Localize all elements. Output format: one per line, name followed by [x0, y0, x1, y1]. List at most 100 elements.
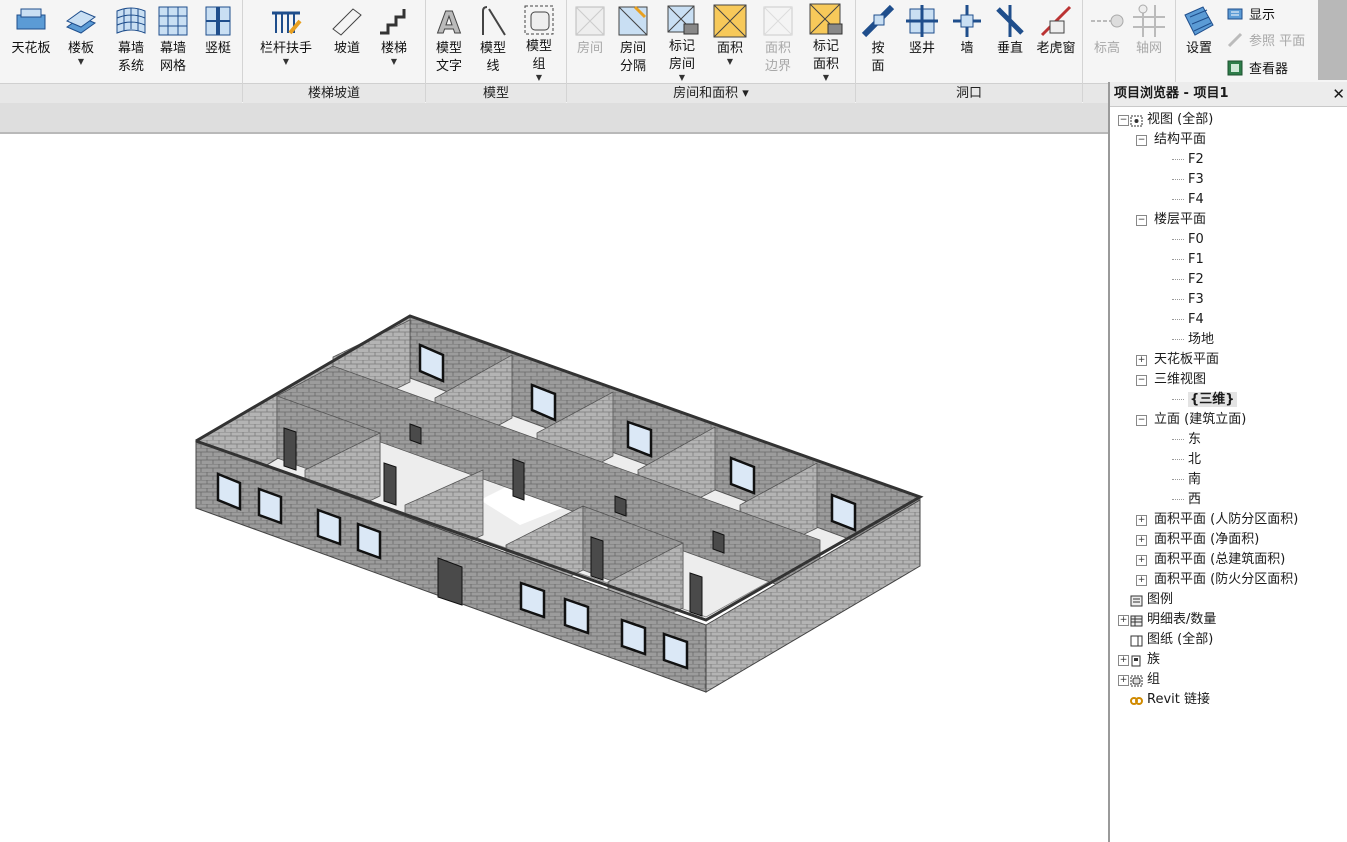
ribbon-button-curtain-system[interactable]: 幕墙 系统: [108, 0, 154, 82]
collapse-icon[interactable]: −: [1136, 375, 1147, 386]
chevron-down-icon[interactable]: ▼: [78, 58, 84, 66]
ribbon-button-mullion[interactable]: 竖梃: [198, 0, 238, 82]
expand-icon[interactable]: +: [1118, 615, 1129, 626]
revit-link-icon: [1130, 694, 1143, 706]
ribbon-button-railing[interactable]: 栏杆扶手 ▼: [256, 0, 316, 82]
3d-viewport[interactable]: [0, 134, 1108, 842]
browser-tree-item[interactable]: F3: [1172, 290, 1204, 310]
ribbon-button-ramp[interactable]: 坡道: [324, 0, 370, 82]
ribbon-button-label: 标高: [1093, 41, 1120, 56]
browser-tree-label: 南: [1188, 472, 1202, 487]
model-text-icon: A: [431, 2, 467, 40]
browser-tree-item[interactable]: F3: [1172, 170, 1204, 190]
expand-icon[interactable]: +: [1118, 675, 1129, 686]
ribbon-button-wall-opening[interactable]: 墙: [948, 0, 986, 82]
tree-connector: [1172, 279, 1184, 280]
ribbon-button-tag-room[interactable]: 标记 房间 ▼: [660, 0, 704, 82]
area-boundary-icon: [760, 2, 796, 40]
ribbon-button-vertical-opening[interactable]: 垂直: [990, 0, 1030, 82]
ribbon-button-model-group[interactable]: 模型 组 ▼: [516, 0, 562, 82]
browser-tree-item[interactable]: F2: [1172, 150, 1204, 170]
browser-tree-item[interactable]: 场地: [1172, 330, 1214, 350]
browser-tree-item[interactable]: 图纸 (全部): [1130, 630, 1213, 650]
ribbon-button-floor[interactable]: 楼板 ▼: [60, 0, 102, 82]
ribbon-button-tag-area[interactable]: 标记 面积 ▼: [804, 0, 848, 82]
ribbon-button-model-line[interactable]: 模型 线: [472, 0, 514, 82]
browser-tree-item[interactable]: 南: [1172, 470, 1201, 490]
ribbon-button-ceiling[interactable]: 天花板: [8, 0, 54, 82]
browser-tree-item[interactable]: − 三维视图: [1136, 370, 1206, 390]
collapse-icon[interactable]: −: [1136, 415, 1147, 426]
browser-tree-item[interactable]: 东: [1172, 430, 1201, 450]
chevron-down-icon[interactable]: ▼: [679, 74, 685, 82]
workplane-set-icon: [1181, 2, 1217, 40]
collapse-icon[interactable]: −: [1118, 115, 1129, 126]
browser-tree-item[interactable]: + 面积平面 (人防分区面积): [1136, 510, 1298, 530]
expand-icon[interactable]: +: [1136, 555, 1147, 566]
expand-icon[interactable]: +: [1136, 535, 1147, 546]
chevron-down-icon[interactable]: ▼: [823, 74, 829, 82]
browser-tree-item[interactable]: F1: [1172, 250, 1204, 270]
ribbon-panel-label[interactable]: 模型: [426, 83, 566, 103]
tree-connector: [1172, 299, 1184, 300]
expand-icon[interactable]: +: [1136, 355, 1147, 366]
ribbon-small-button-ref-plane[interactable]: 参照 平面: [1227, 30, 1305, 49]
ribbon-button-area-boundary[interactable]: 面积 边界: [756, 0, 800, 82]
ribbon-button-model-text[interactable]: A 模型 文字: [428, 0, 470, 82]
chevron-down-icon[interactable]: ▼: [391, 58, 397, 66]
browser-tree-item[interactable]: F0: [1172, 230, 1204, 250]
ribbon-button-label: 房间 分隔: [619, 41, 646, 74]
browser-tree-item[interactable]: 西: [1172, 490, 1201, 510]
browser-tree-item[interactable]: 北: [1172, 450, 1201, 470]
ribbon-button-workplane-set[interactable]: 设置: [1181, 0, 1217, 82]
chevron-down-icon[interactable]: ▼: [536, 74, 542, 82]
ribbon-button-room-separator[interactable]: 房间 分隔: [613, 0, 653, 82]
expand-icon[interactable]: +: [1136, 515, 1147, 526]
ribbon-separator: [855, 0, 856, 102]
3d-building-model[interactable]: [0, 134, 1108, 842]
browser-tree-item[interactable]: Revit 链接: [1130, 690, 1210, 710]
ribbon-button-grid[interactable]: 轴网: [1129, 0, 1169, 82]
browser-tree-item[interactable]: {三维}: [1172, 390, 1237, 410]
collapse-icon[interactable]: −: [1136, 215, 1147, 226]
browser-tree-item[interactable]: + 面积平面 (净面积): [1136, 530, 1259, 550]
expand-icon[interactable]: +: [1136, 575, 1147, 586]
ribbon-small-button-label: 查看器: [1249, 62, 1289, 77]
ribbon-button-area[interactable]: 面积 ▼: [708, 0, 752, 82]
browser-tree-item[interactable]: F4: [1172, 310, 1204, 330]
ribbon-small-button-show-workplane[interactable]: 显示: [1227, 4, 1275, 23]
browser-tree-item[interactable]: 图例: [1130, 590, 1173, 610]
ribbon-button-level[interactable]: 标高: [1089, 0, 1125, 82]
level-icon: [1089, 2, 1125, 40]
ribbon-button-dormer[interactable]: 老虎窗: [1034, 0, 1078, 82]
show-workplane-icon: [1227, 8, 1243, 19]
chevron-down-icon[interactable]: ▼: [727, 58, 733, 66]
ribbon-button-shaft[interactable]: 竖井: [902, 0, 942, 82]
browser-tree-item[interactable]: − 立面 (建筑立面): [1136, 410, 1246, 430]
close-icon[interactable]: ✕: [1332, 82, 1345, 106]
browser-tree-item[interactable]: − 结构平面: [1136, 130, 1206, 150]
ribbon-panel-label[interactable]: 楼梯坡道: [243, 83, 425, 103]
ribbon-small-button-viewer[interactable]: 查看器: [1227, 58, 1288, 77]
ribbon-panel-label[interactable]: 洞口: [856, 83, 1082, 103]
ribbon-button-stair[interactable]: 楼梯 ▼: [372, 0, 416, 82]
collapse-icon[interactable]: −: [1136, 135, 1147, 146]
chevron-down-icon[interactable]: ▼: [283, 58, 289, 66]
expand-icon[interactable]: +: [1118, 655, 1129, 666]
browser-tree-item[interactable]: + 天花板平面: [1136, 350, 1219, 370]
ribbon-button-room[interactable]: 房间: [570, 0, 610, 82]
browser-tree-item[interactable]: F2: [1172, 270, 1204, 290]
ribbon-button-by-face[interactable]: 按 面: [859, 0, 897, 82]
browser-tree-item[interactable]: + 族: [1118, 650, 1160, 670]
browser-tree-item[interactable]: + 面积平面 (防火分区面积): [1136, 570, 1298, 590]
ribbon-button-curtain-grid[interactable]: 幕墙 网格: [152, 0, 194, 82]
browser-tree-item[interactable]: − 楼层平面: [1136, 210, 1206, 230]
browser-tree-item[interactable]: + 明细表/数量: [1118, 610, 1216, 630]
browser-tree-item[interactable]: − 视图 (全部): [1118, 110, 1213, 130]
browser-tree-item[interactable]: + 组: [1118, 670, 1160, 690]
browser-tree-item[interactable]: F4: [1172, 190, 1204, 210]
ribbon-panel-label[interactable]: 房间和面积 ▾: [567, 83, 855, 103]
browser-tree-item[interactable]: + 面积平面 (总建筑面积): [1136, 550, 1285, 570]
ref-plane-icon: [1227, 32, 1243, 47]
curtain-grid-icon: [155, 2, 191, 40]
